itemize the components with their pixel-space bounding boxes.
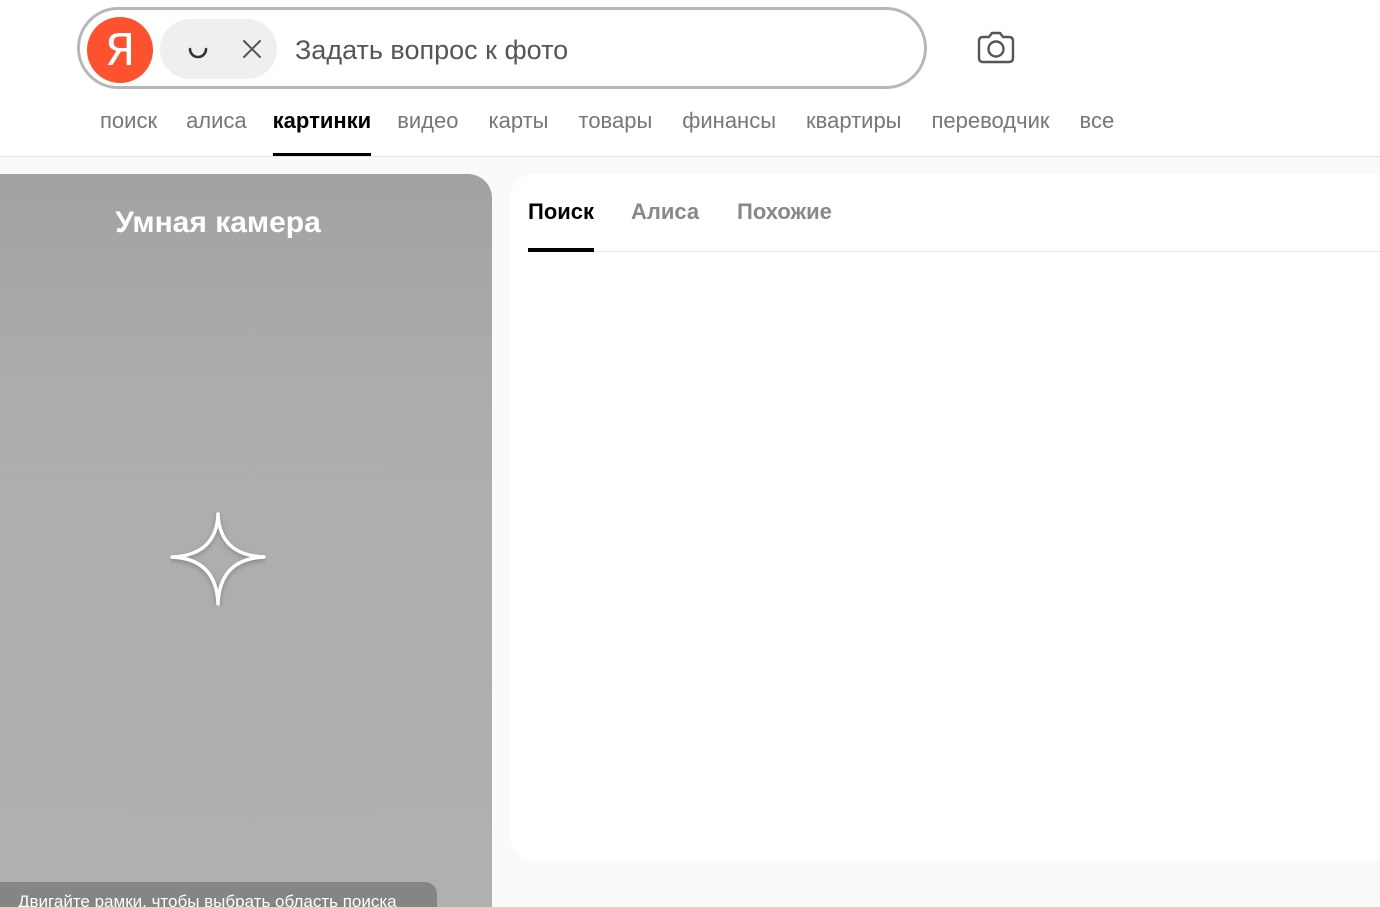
camera-icon[interactable] bbox=[976, 28, 1016, 68]
loading-icon bbox=[188, 47, 208, 59]
nav-item-alice[interactable]: алиса bbox=[186, 104, 247, 157]
service-nav: поиск алиса картинки видео карты товары … bbox=[100, 104, 1114, 157]
search-bar: Я bbox=[77, 7, 927, 89]
header: Я поиск алиса картинки видео карты товар bbox=[0, 0, 1380, 157]
page: Я поиск алиса картинки видео карты товар bbox=[0, 0, 1380, 907]
tab-similar[interactable]: Похожие bbox=[737, 199, 832, 252]
hint-toast: Двигайте рамки, чтобы выбрать область по… bbox=[0, 882, 437, 907]
nav-item-search[interactable]: поиск bbox=[100, 104, 157, 157]
camera-panel-title: Умная камера bbox=[115, 206, 321, 239]
nav-item-images[interactable]: картинки bbox=[272, 104, 371, 157]
nav-item-realty[interactable]: квартиры bbox=[806, 104, 901, 157]
smart-camera-panel[interactable]: Умная камера Двигайте рамки, чтобы выбра… bbox=[0, 174, 492, 907]
nav-item-video[interactable]: видео bbox=[397, 104, 458, 157]
nav-item-translate[interactable]: переводчик bbox=[932, 104, 1050, 157]
nav-item-maps[interactable]: карты bbox=[489, 104, 549, 157]
photo-chip[interactable] bbox=[160, 19, 277, 79]
tab-alice[interactable]: Алиса bbox=[631, 199, 699, 252]
results-panel: Поиск Алиса Похожие bbox=[510, 174, 1380, 860]
nav-item-all[interactable]: все bbox=[1080, 104, 1115, 157]
close-icon[interactable] bbox=[238, 35, 266, 63]
search-input[interactable] bbox=[295, 30, 895, 70]
tab-search[interactable]: Поиск bbox=[528, 199, 595, 252]
nav-item-finance[interactable]: финансы bbox=[682, 104, 776, 157]
yandex-logo[interactable]: Я bbox=[87, 17, 153, 83]
result-tabs: Поиск Алиса Похожие bbox=[528, 174, 1380, 252]
logo-letter: Я bbox=[104, 25, 136, 76]
sparkle-icon bbox=[170, 512, 266, 606]
nav-item-products[interactable]: товары bbox=[578, 104, 652, 157]
